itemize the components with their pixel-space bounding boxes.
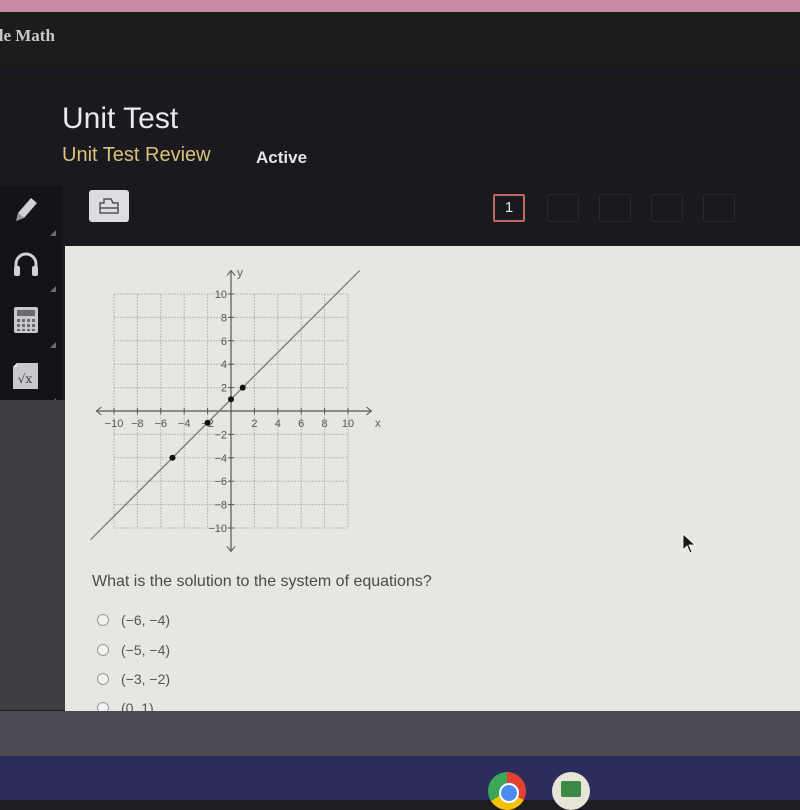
browser-bottom-area	[0, 711, 800, 756]
y-tick-label: 10	[215, 289, 227, 301]
answer-option[interactable]: (−5, −4)	[97, 642, 170, 658]
os-shelf	[0, 756, 800, 810]
question-nav-4[interactable]	[651, 194, 683, 222]
y-tick-label: −8	[214, 500, 227, 512]
answer-option-label: (−3, −2)	[121, 671, 171, 687]
question-content: −10−8−6−4−2246810108642−2−4−6−8−10xy Wha…	[65, 246, 800, 716]
screen-bezel	[0, 0, 800, 12]
y-axis-label: y	[237, 266, 243, 280]
classroom-board	[561, 781, 581, 797]
svg-text:√x: √x	[18, 372, 33, 386]
question-nav-1[interactable]: 1	[493, 194, 525, 222]
chrome-center	[499, 783, 519, 803]
x-tick-label: −4	[178, 418, 191, 430]
answer-option[interactable]: (−6, −4)	[97, 612, 170, 628]
y-tick-label: 6	[221, 336, 227, 348]
data-point	[228, 396, 234, 403]
y-tick-label: −4	[214, 453, 227, 465]
audio-tool-button[interactable]	[8, 246, 56, 292]
pencil-tool-button[interactable]	[8, 190, 56, 236]
answer-option-label: (−6, −4)	[121, 612, 171, 628]
x-tick-label: −10	[105, 418, 124, 430]
chrome-icon[interactable]	[488, 772, 526, 810]
print-button[interactable]	[89, 190, 129, 222]
activity-subtitle: Unit Test Review	[62, 144, 211, 166]
y-tick-label: 4	[221, 359, 227, 371]
x-tick-label: −8	[131, 418, 144, 430]
mouse-cursor-icon	[682, 533, 697, 554]
question-nav-2[interactable]	[547, 194, 579, 222]
expand-corner	[50, 230, 56, 236]
x-tick-label: −6	[155, 418, 168, 430]
y-tick-label: −6	[214, 476, 227, 488]
expand-corner	[50, 286, 56, 292]
x-tick-label: 8	[322, 418, 328, 430]
calculator-tool-button[interactable]	[8, 302, 56, 348]
question-nav-3[interactable]	[599, 194, 631, 222]
printer-icon	[99, 198, 119, 214]
course-title: de Math	[0, 26, 55, 45]
formula-tool-button[interactable]: √x	[8, 358, 56, 404]
radio-button[interactable]	[97, 673, 109, 685]
answer-option-label: (−5, −4)	[121, 642, 171, 658]
headphones-icon	[14, 252, 38, 276]
x-tick-label: 4	[275, 418, 281, 430]
radio-button[interactable]	[97, 614, 109, 626]
coordinate-graph: −10−8−6−4−2246810108642−2−4−6−8−10xy	[90, 266, 381, 553]
app-bar: de Math	[0, 12, 800, 66]
classroom-icon[interactable]	[552, 772, 590, 810]
x-tick-label: 2	[251, 418, 257, 430]
y-tick-label: 2	[221, 383, 227, 395]
question-nav-5[interactable]	[703, 194, 735, 222]
answer-option[interactable]: (−3, −2)	[97, 671, 170, 687]
test-header: Unit Test Unit Test Review Active 1	[0, 66, 800, 246]
y-tick-label: 8	[221, 312, 227, 324]
page-title: Unit Test	[62, 102, 179, 135]
left-panel	[0, 400, 65, 710]
formula-sheet-icon: √x	[13, 363, 38, 389]
expand-corner	[50, 342, 56, 348]
data-point	[169, 454, 176, 461]
tool-sidebar: √x	[0, 186, 62, 404]
x-axis-label: x	[375, 416, 381, 430]
y-tick-label: −2	[214, 429, 227, 441]
data-point	[204, 419, 211, 426]
pencil-icon	[16, 198, 37, 221]
question-prompt: What is the solution to the system of eq…	[92, 573, 432, 590]
calculator-icon	[14, 307, 38, 333]
x-tick-label: 10	[342, 418, 354, 430]
data-point	[239, 384, 246, 391]
radio-button[interactable]	[97, 644, 109, 656]
status-badge: Active	[256, 148, 308, 167]
y-tick-label: −10	[208, 523, 227, 535]
x-tick-label: 6	[298, 418, 304, 430]
